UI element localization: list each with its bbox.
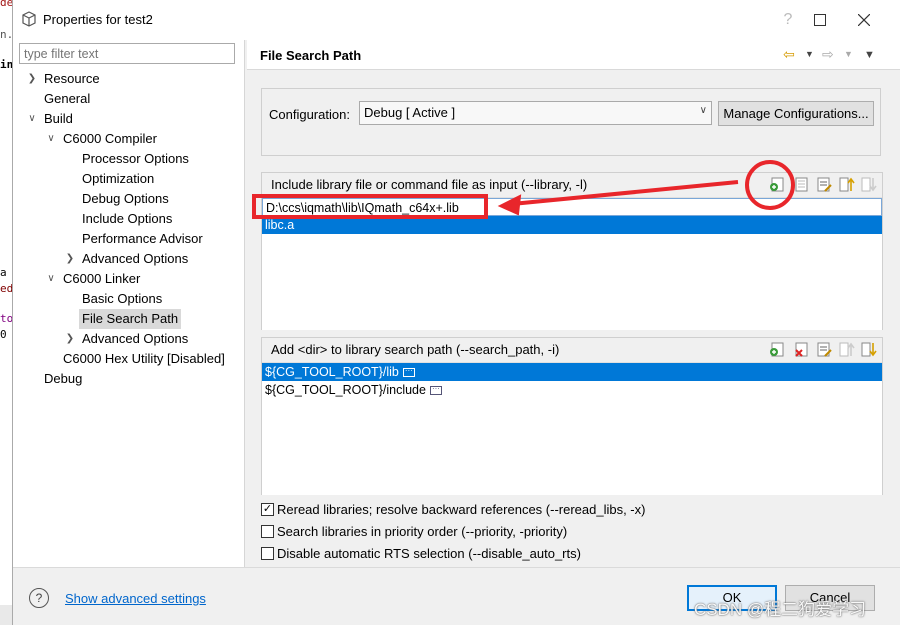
annotation-arrow: [497, 180, 739, 216]
watermark: CSDN @程二狗爱学习: [694, 600, 867, 619]
